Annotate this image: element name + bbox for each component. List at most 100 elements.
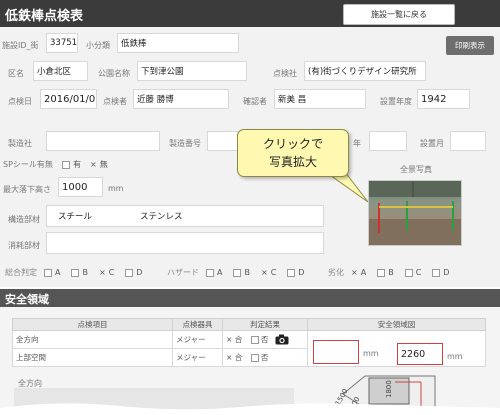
deterioration-label: 劣化 — [328, 268, 344, 277]
consumable-material-label: 消耗部材 — [8, 241, 40, 250]
hazard-a-label: A — [217, 268, 223, 277]
serial-number-label: 製造番号 — [169, 139, 201, 148]
safety-section-title: 安全領域 — [5, 293, 49, 306]
deterioration-judgement: 劣化 × A B C D — [328, 267, 449, 278]
col-header-tool: 点検器具 — [172, 318, 223, 331]
fall-height-label: 最大落下高さ — [3, 185, 51, 194]
deterioration-d-label: D — [443, 268, 450, 277]
inspection-date-field[interactable]: 2016/01/0 — [40, 89, 97, 109]
structural-material-field[interactable]: スチール ステンレス — [46, 205, 324, 227]
result-ng-label: 否 — [260, 353, 269, 362]
sp-seal-label: SPシール有無 — [3, 160, 53, 169]
area-dimension-input-2[interactable]: 2260 — [397, 343, 443, 365]
hazard-d-checkbox[interactable] — [287, 268, 296, 277]
result-ng-label: 否 — [260, 334, 269, 344]
result-ng-checkbox[interactable] — [250, 354, 259, 362]
deterioration-c-label: C — [415, 268, 422, 277]
overall-a-label: A — [55, 268, 61, 277]
overview-photo-label: 全景写真 — [400, 165, 432, 174]
hazard-label: ハザード — [167, 268, 199, 277]
inspector-field[interactable]: 近藤 勝博 — [133, 89, 229, 109]
ward-field[interactable]: 小倉北区 — [33, 61, 88, 81]
sp-seal-yes-label: 有 — [73, 160, 81, 169]
camera-icon[interactable] — [275, 334, 289, 345]
subcategory-field[interactable]: 低鉄棒 — [117, 33, 239, 53]
manufacturer-label: 製造社 — [8, 139, 32, 148]
safety-section-header — [0, 289, 500, 307]
diagram-label-2: 1800 — [385, 380, 393, 398]
subcategory-label: 小分類 — [86, 41, 110, 50]
inspection-company-field[interactable]: (有)街づくりデザイン研究所 — [304, 61, 426, 81]
park-name-label: 公園名称 — [98, 69, 130, 78]
result-ok-mark[interactable]: × — [226, 353, 232, 362]
sp-seal-no-label: 無 — [99, 160, 108, 169]
deterioration-c-checkbox[interactable] — [404, 268, 413, 277]
row-item: 上部空間 — [12, 348, 173, 367]
year-field[interactable] — [369, 131, 407, 151]
sp-seal-yes-checkbox[interactable] — [62, 160, 70, 169]
inspection-date-label: 点検日 — [8, 97, 32, 106]
overall-b-checkbox[interactable] — [71, 268, 80, 277]
result-ok-label: 合 — [234, 334, 243, 344]
row-item: 全方向 — [12, 330, 173, 349]
install-month-label: 設置月 — [420, 139, 444, 148]
overall-judgement-label: 総合判定 — [5, 268, 37, 277]
install-year-field[interactable]: 1942 — [417, 89, 470, 109]
structural-material-value-1: スチール — [58, 212, 93, 222]
overall-b-label: B — [82, 268, 88, 277]
overall-c-mark[interactable]: × — [99, 268, 106, 277]
area-dimension-unit-2: mm — [447, 352, 463, 361]
overview-photo[interactable] — [368, 180, 462, 246]
install-month-field[interactable] — [450, 131, 486, 151]
year-label: 年 — [353, 139, 361, 148]
result-ok-mark[interactable]: × — [226, 335, 232, 344]
overall-d-checkbox[interactable] — [125, 268, 134, 277]
facility-id-field[interactable]: 33751 — [46, 33, 78, 53]
deterioration-a-label: A — [360, 268, 367, 277]
deterioration-b-checkbox[interactable] — [377, 268, 386, 277]
deterioration-b-label: B — [388, 268, 394, 277]
overall-a-checkbox[interactable] — [44, 268, 52, 277]
callout-line-1: クリックで — [262, 137, 323, 151]
park-name-field[interactable]: 下到津公園 — [137, 61, 247, 81]
inspection-company-label: 点検社 — [273, 69, 297, 78]
result-ng-checkbox[interactable] — [250, 335, 259, 344]
overall-judgement: 総合判定 A B × C D — [5, 267, 142, 278]
sp-seal-no-mark[interactable]: × — [90, 160, 97, 169]
hazard-judgement: ハザード A B × C D — [167, 267, 304, 278]
row-result: × 合 否 — [222, 348, 308, 367]
manufacturer-field[interactable] — [46, 131, 160, 151]
result-ok-label: 合 — [234, 353, 243, 362]
back-to-list-button[interactable]: 施設一覧に戻る — [343, 4, 455, 25]
structural-material-label: 構造部材 — [8, 215, 40, 224]
row-tool: メジャー — [172, 348, 223, 367]
hazard-d-label: D — [298, 268, 305, 277]
facility-id-label: 施設ID_街 — [2, 41, 39, 50]
deterioration-d-checkbox[interactable] — [432, 268, 441, 277]
fall-height-field[interactable]: 1000 — [58, 177, 103, 197]
structural-material-value-2: ステンレス — [140, 212, 183, 222]
photo-zoom-callout: クリックで 写真拡大 — [237, 129, 349, 177]
row-result: × 合 否 — [222, 330, 308, 349]
area-dimension-input-1[interactable] — [313, 340, 359, 364]
row-tool: メジャー — [172, 330, 223, 349]
checker-field[interactable]: 新美 昌 — [274, 89, 366, 109]
print-view-button[interactable]: 印刷表示 — [446, 36, 494, 55]
fall-height-unit: mm — [108, 184, 124, 193]
torn-edge-decoration — [0, 403, 500, 415]
checker-label: 確認者 — [243, 97, 267, 106]
consumable-material-field[interactable] — [46, 232, 324, 254]
hazard-b-checkbox[interactable] — [233, 268, 242, 277]
hazard-a-checkbox[interactable] — [206, 268, 214, 277]
safety-table-header: 点検項目 点検器具 判定結果 安全領域図 — [12, 318, 486, 331]
inspector-label: 点検者 — [103, 97, 127, 106]
ward-label: 区名 — [8, 69, 24, 78]
hazard-c-label: C — [270, 268, 277, 277]
overall-c-label: C — [108, 268, 115, 277]
deterioration-a-mark[interactable]: × — [351, 268, 358, 277]
install-year-label: 設置年度 — [380, 97, 412, 106]
page-title: 低鉄棒点検表 — [5, 9, 84, 24]
hazard-c-mark[interactable]: × — [261, 268, 268, 277]
overall-d-label: D — [136, 268, 143, 277]
callout-line-2: 写真拡大 — [268, 155, 317, 169]
